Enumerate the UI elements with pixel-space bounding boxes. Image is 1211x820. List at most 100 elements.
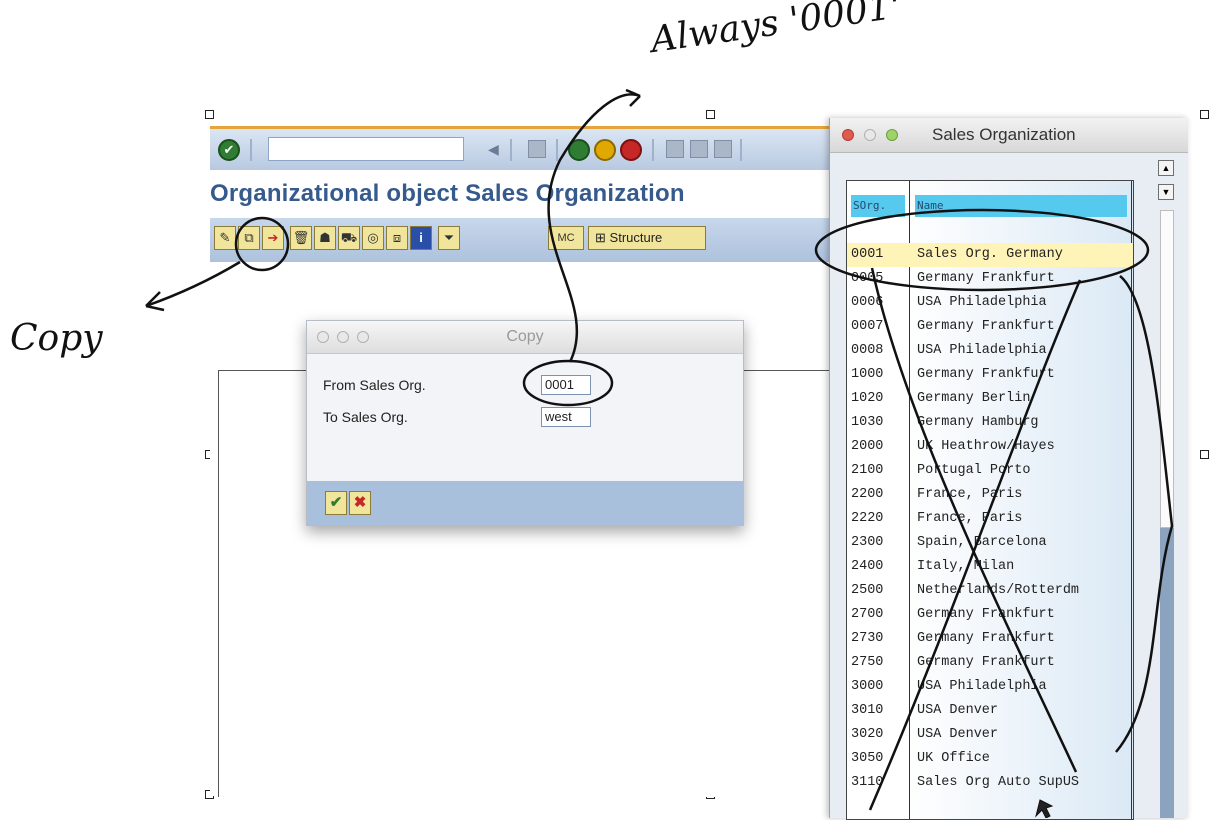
list-item[interactable]: 3110 Sales Org Auto SupUS: [847, 771, 1133, 795]
list-item[interactable]: 0001 Sales Org. Germany: [847, 243, 1133, 267]
confirm-button[interactable]: ✔: [325, 491, 347, 515]
list-item[interactable]: 0008 USA Philadelphia: [847, 339, 1133, 363]
back-icon[interactable]: [568, 139, 590, 161]
command-field[interactable]: [268, 137, 464, 161]
edit-icon[interactable]: ✎: [214, 226, 236, 250]
exit-icon[interactable]: [594, 139, 616, 161]
mc-button[interactable]: MC: [548, 226, 584, 250]
copy-with-ref-icon[interactable]: ➔: [262, 226, 284, 250]
sales-org-code: 2220: [851, 511, 884, 526]
list-item[interactable]: 0005 Germany Frankfurt: [847, 267, 1133, 291]
list-item[interactable]: 3010 USA Denver: [847, 699, 1133, 723]
copy-arrowhead-annotation: [145, 291, 165, 312]
list-item[interactable]: 2750 Germany Frankfurt: [847, 651, 1133, 675]
resize-handle[interactable]: [1200, 450, 1209, 459]
list-item[interactable]: 1020 Germany Berlin: [847, 387, 1133, 411]
sales-org-name: France, Paris: [917, 511, 1023, 526]
dropdown-arrow-icon[interactable]: ◀: [488, 141, 499, 158]
to-sales-org-field[interactable]: west: [541, 407, 591, 427]
sales-org-code: 3000: [851, 679, 884, 694]
sales-org-name: Germany Frankfurt: [917, 607, 1055, 622]
scroll-down-button[interactable]: ▼: [1158, 184, 1174, 200]
structure-icon: ⊞: [595, 230, 606, 245]
info-icon[interactable]: i: [410, 226, 432, 250]
list-item[interactable]: 2000 UK Heathrow/Hayes: [847, 435, 1133, 459]
list-item[interactable]: 2730 Germany Frankfurt: [847, 627, 1133, 651]
sales-org-name: Sales Org Auto SupUS: [917, 775, 1080, 790]
save-icon[interactable]: [528, 140, 546, 158]
structure-button[interactable]: ⊞ Structure: [588, 226, 706, 250]
list-item[interactable]: 2100 Portugal Porto: [847, 459, 1133, 483]
list-item[interactable]: 3050 UK Office: [847, 747, 1133, 771]
sales-org-code: 1020: [851, 391, 884, 406]
details-icon[interactable]: ⧈: [386, 226, 408, 250]
sales-org-name: Netherlands/Rotterdm: [917, 583, 1080, 598]
sales-org-code: 2730: [851, 631, 884, 646]
resize-handle[interactable]: [706, 110, 715, 119]
copy-dialog: Copy From Sales Org. 0001 To Sales Org. …: [306, 320, 744, 526]
list-item[interactable]: 3020 USA Denver: [847, 723, 1133, 747]
cancel-button[interactable]: ✖: [349, 491, 371, 515]
sales-org-name: Italy, Milan: [917, 559, 1015, 574]
copy-icon[interactable]: ⧉: [238, 226, 260, 250]
sales-org-code: 3110: [851, 775, 884, 790]
check-icon[interactable]: ✔: [218, 139, 240, 161]
list-item[interactable]: 1000 Germany Frankfurt: [847, 363, 1133, 387]
cancel-icon[interactable]: [620, 139, 642, 161]
sales-org-code: 2700: [851, 607, 884, 622]
dialog-footer: ✔ ✖: [307, 481, 743, 525]
sales-org-code: 2750: [851, 655, 884, 670]
resize-handle[interactable]: [205, 110, 214, 119]
toolbar-separator: [250, 139, 252, 161]
list-item[interactable]: 3000 USA Philadelphia: [847, 675, 1133, 699]
sales-org-name: Sales Org. Germany: [917, 247, 1063, 262]
toolbar-separator: [652, 139, 654, 161]
scrollbar-thumb[interactable]: [1160, 210, 1174, 528]
structure-label: Structure: [609, 230, 663, 245]
dialog-title: Copy: [506, 328, 544, 345]
list-item[interactable]: 2220 France, Paris: [847, 507, 1133, 531]
list-item[interactable]: 2700 Germany Frankfurt: [847, 603, 1133, 627]
list-item[interactable]: 2500 Netherlands/Rotterdm: [847, 579, 1133, 603]
minimize-window-button[interactable]: [864, 129, 876, 141]
sales-org-name: USA Philadelphia: [917, 679, 1047, 694]
sales-org-code: 0007: [851, 319, 884, 334]
scroll-up-button[interactable]: ▲: [1158, 160, 1174, 176]
list-item[interactable]: 2400 Italy, Milan: [847, 555, 1133, 579]
window-title: Sales Organization: [932, 125, 1076, 144]
find-next-icon[interactable]: [714, 140, 732, 158]
list-item[interactable]: 0006 USA Philadelphia: [847, 291, 1133, 315]
from-sales-org-field[interactable]: 0001: [541, 375, 591, 395]
sales-org-name: Germany Frankfurt: [917, 319, 1055, 334]
sales-org-name: Germany Frankfurt: [917, 655, 1055, 670]
transport-icon[interactable]: ⛟: [338, 226, 360, 250]
column-header-code[interactable]: SOrg.: [851, 195, 905, 217]
always-annotation-text: Always '0001': [648, 0, 904, 62]
print-icon[interactable]: [666, 140, 684, 158]
sales-org-name: UK Heathrow/Hayes: [917, 439, 1055, 454]
navigate-icon[interactable]: ◎: [362, 226, 384, 250]
sales-org-code: 0001: [851, 247, 884, 262]
resize-handle[interactable]: [1200, 110, 1209, 119]
from-sales-org-label: From Sales Org.: [323, 377, 426, 393]
sales-org-code: 2500: [851, 583, 884, 598]
list-item[interactable]: 1030 Germany Hamburg: [847, 411, 1133, 435]
sales-org-code: 0005: [851, 271, 884, 286]
close-window-button[interactable]: [842, 129, 854, 141]
find-icon[interactable]: [690, 140, 708, 158]
list-item[interactable]: 0007 Germany Frankfurt: [847, 315, 1133, 339]
sales-org-name: Portugal Porto: [917, 463, 1031, 478]
list-item[interactable]: 2300 Spain, Barcelona: [847, 531, 1133, 555]
overview-icon[interactable]: ☗: [314, 226, 336, 250]
column-header-name[interactable]: Name: [915, 195, 1127, 217]
sales-org-code: 3020: [851, 727, 884, 742]
filter-icon[interactable]: ⏷: [438, 226, 460, 250]
sales-org-code: 2100: [851, 463, 884, 478]
page-title: Organizational object Sales Organization: [210, 180, 685, 207]
copy-annotation-text: Copy: [10, 318, 103, 359]
sales-org-name: Germany Frankfurt: [917, 631, 1055, 646]
list-item[interactable]: 2200 France, Paris: [847, 483, 1133, 507]
sales-org-list[interactable]: SOrg. Name 0001 Sales Org. Germany 0005 Ger…: [846, 180, 1134, 820]
delete-icon[interactable]: 🗑: [290, 226, 312, 250]
zoom-window-button[interactable]: [886, 129, 898, 141]
